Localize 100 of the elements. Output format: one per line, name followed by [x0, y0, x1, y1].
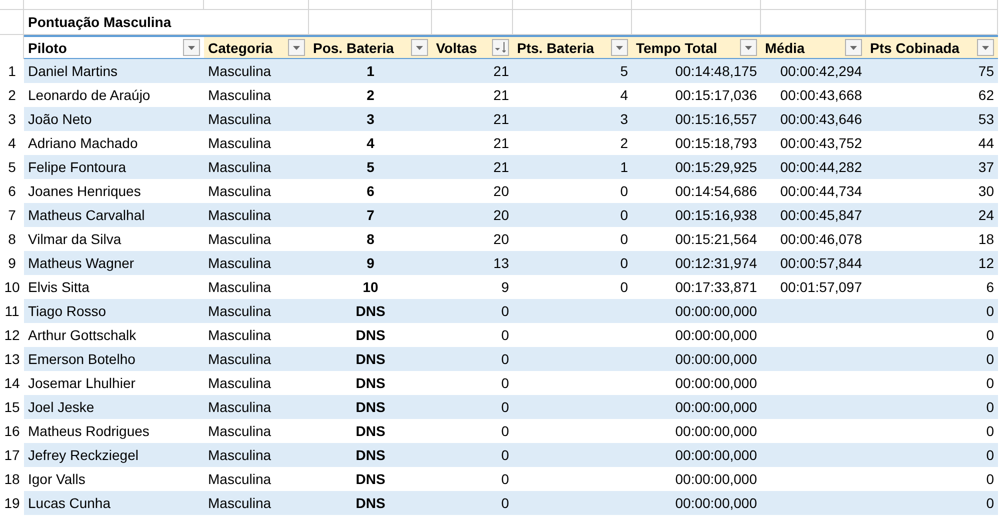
- table-cell: 9: [309, 251, 432, 275]
- row-number: 4: [7, 134, 17, 153]
- table-cell-text: 18: [977, 230, 995, 249]
- table-cell: 0: [432, 491, 513, 515]
- table-cell: Matheus Wagner: [24, 251, 204, 275]
- table-cell: 21: [432, 155, 513, 179]
- caret-icon: [850, 46, 857, 50]
- table-cell-text: Masculina: [207, 278, 272, 297]
- filter-button[interactable]: [740, 39, 757, 56]
- table-cell: Jefrey Reckziegel: [24, 443, 204, 467]
- table-cell: Masculina: [204, 299, 309, 323]
- filter-button[interactable]: [611, 39, 628, 56]
- row-number: 19: [3, 494, 21, 513]
- row-number: 9: [7, 254, 17, 273]
- table-cell-text: Joanes Henriques: [27, 182, 142, 201]
- column-header: Média: [761, 35, 866, 59]
- row-number: 7: [7, 206, 17, 225]
- table-cell: 00:00:43,646: [761, 107, 866, 131]
- caret-icon: [982, 46, 989, 50]
- table-cell: 00:00:57,844: [761, 251, 866, 275]
- table-cell-text: Masculina: [207, 326, 272, 345]
- table-cell: 20: [432, 203, 513, 227]
- table-cell-text: Adriano Machado: [27, 134, 139, 153]
- row-number: 11: [4, 302, 20, 321]
- table-cell-text: 0: [500, 326, 510, 345]
- column-header: Categoria: [204, 35, 309, 59]
- table-cell-text: Masculina: [207, 374, 272, 393]
- table-cell: DNS: [309, 395, 432, 419]
- table-cell: 00:15:16,938: [632, 203, 761, 227]
- table-cell: 00:15:29,925: [632, 155, 761, 179]
- table-cell-text: 4: [366, 134, 376, 153]
- table-cell-text: Leonardo de Araújo: [27, 86, 152, 105]
- table-cell-text: Masculina: [207, 470, 272, 489]
- table-cell: Masculina: [204, 443, 309, 467]
- table-cell-text: 4: [619, 86, 629, 105]
- table-cell: 0: [866, 395, 998, 419]
- table-cell: Masculina: [204, 203, 309, 227]
- table-cell: 24: [866, 203, 998, 227]
- table-cell-text: 2: [366, 86, 376, 105]
- table-cell: 0: [513, 203, 632, 227]
- table-cell: 0: [866, 491, 998, 515]
- table-cell-text: 00:15:17,036: [674, 86, 758, 105]
- table-cell: DNS: [309, 491, 432, 515]
- row-number: 2: [7, 86, 17, 105]
- row-number: 12: [3, 326, 21, 345]
- table-cell-text: 0: [500, 374, 510, 393]
- table-cell-text: 0: [500, 422, 510, 441]
- table-cell-text: 0: [985, 470, 995, 489]
- sheet-cell: [0, 0, 24, 10]
- table-cell-text: 21: [492, 86, 510, 105]
- table-cell-text: 2: [619, 134, 629, 153]
- table-cell-text: 10: [362, 278, 380, 297]
- row-number: 16: [3, 422, 21, 441]
- table-cell: 00:15:16,557: [632, 107, 761, 131]
- table-cell-text: 00:00:00,000: [674, 326, 758, 345]
- table-cell-text: DNS: [354, 470, 386, 489]
- table-cell-text: Vilmar da Silva: [27, 230, 122, 249]
- table-cell-text: Masculina: [207, 230, 272, 249]
- table-cell: 0: [432, 443, 513, 467]
- table-cell: 1: [513, 155, 632, 179]
- table-cell-text: Masculina: [207, 422, 272, 441]
- table-cell: 75: [866, 59, 998, 83]
- table-cell-text: Arthur Gottschalk: [27, 326, 138, 345]
- table-cell: DNS: [309, 443, 432, 467]
- table-cell-text: Elvis Sitta: [27, 278, 90, 297]
- table-cell-text: Masculina: [207, 86, 272, 105]
- table-cell-text: 00:15:18,793: [674, 134, 758, 153]
- row-number: 1: [7, 62, 17, 81]
- caret-icon: [293, 46, 300, 50]
- sort-filter-button[interactable]: [492, 39, 509, 56]
- table-cell: 5: [309, 155, 432, 179]
- table-cell-text: Masculina: [207, 134, 272, 153]
- column-header: Piloto: [24, 35, 204, 59]
- table-cell: 00:00:00,000: [632, 395, 761, 419]
- table-cell: Tiago Rosso: [24, 299, 204, 323]
- table-title: Pontuação Masculina: [28, 14, 172, 30]
- table-cell: Felipe Fontoura: [24, 155, 204, 179]
- filter-button[interactable]: [411, 39, 428, 56]
- filter-button[interactable]: [288, 39, 305, 56]
- table-cell: 0: [866, 299, 998, 323]
- table-cell-text: 0: [619, 230, 629, 249]
- table-cell-text: 20: [492, 182, 510, 201]
- filter-button[interactable]: [845, 39, 862, 56]
- table-cell: Masculina: [204, 395, 309, 419]
- column-header: Pts Cobinada: [866, 35, 998, 59]
- table-cell-text: 20: [492, 230, 510, 249]
- table-cell: Masculina: [204, 59, 309, 83]
- caret-icon: [616, 46, 623, 50]
- table-cell: 0: [432, 299, 513, 323]
- table-cell-text: 00:17:33,871: [674, 278, 758, 297]
- table-cell-text: 00:01:57,097: [779, 278, 863, 297]
- table-cell: Daniel Martins: [24, 59, 204, 83]
- table-cell: 5: [513, 59, 632, 83]
- table-cell: 00:12:31,974: [632, 251, 761, 275]
- table-cell: 37: [866, 155, 998, 179]
- table-cell: 0: [866, 347, 998, 371]
- filter-button[interactable]: [977, 39, 994, 56]
- filter-button[interactable]: [183, 39, 200, 56]
- caret-icon: [745, 46, 752, 50]
- table-cell: Joel Jeske: [24, 395, 204, 419]
